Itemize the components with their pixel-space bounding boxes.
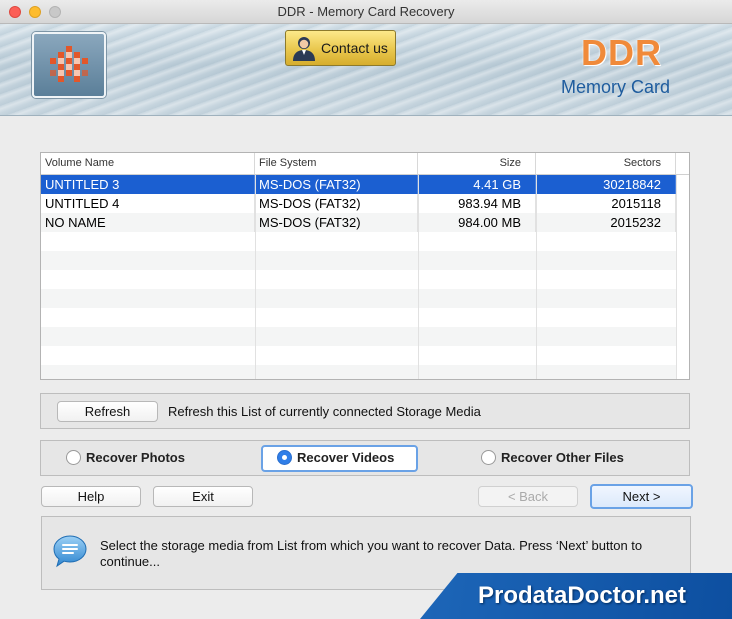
- column-divider: [255, 175, 256, 379]
- cell-file-system: MS-DOS (FAT32): [255, 194, 418, 213]
- cell-size: 984.00 MB: [418, 213, 536, 232]
- list-header: Volume Name File System Size Sectors: [41, 153, 689, 175]
- table-row[interactable]: UNTITLED 3 MS-DOS (FAT32) 4.41 GB 302188…: [41, 175, 676, 194]
- cell-volume-name: NO NAME: [41, 213, 255, 232]
- brand-title: DDR: [581, 32, 662, 73]
- column-header-sectors[interactable]: Sectors: [536, 153, 676, 174]
- column-header-file-system[interactable]: File System: [255, 153, 418, 174]
- empty-row: [41, 289, 676, 308]
- watermark-banner: ProdataDoctor.net: [420, 573, 732, 619]
- empty-row: [41, 232, 676, 251]
- empty-row: [41, 327, 676, 346]
- cell-file-system: MS-DOS (FAT32): [255, 175, 418, 194]
- info-message: Select the storage media from List from …: [100, 538, 643, 569]
- recover-photos-option[interactable]: Recover Photos: [66, 450, 185, 465]
- empty-row: [41, 270, 676, 289]
- recover-other-files-label: Recover Other Files: [501, 450, 624, 465]
- cell-size: 4.41 GB: [418, 175, 536, 194]
- exit-button[interactable]: Exit: [153, 486, 253, 507]
- recover-videos-label: Recover Videos: [297, 450, 395, 465]
- next-button[interactable]: Next >: [590, 484, 693, 509]
- storage-media-list[interactable]: Volume Name File System Size Sectors UNT…: [40, 152, 690, 380]
- back-button[interactable]: < Back: [478, 486, 578, 507]
- cell-sectors: 2015232: [536, 213, 676, 232]
- refresh-panel: Refresh Refresh this List of currently c…: [40, 393, 690, 429]
- cell-size: 983.94 MB: [418, 194, 536, 213]
- recover-other-files-option[interactable]: Recover Other Files: [481, 450, 624, 465]
- empty-row: [41, 251, 676, 270]
- recover-photos-label: Recover Photos: [86, 450, 185, 465]
- column-divider: [418, 175, 419, 379]
- column-divider: [676, 175, 677, 379]
- table-row[interactable]: UNTITLED 4 MS-DOS (FAT32) 983.94 MB 2015…: [41, 194, 676, 213]
- refresh-description: Refresh this List of currently connected…: [168, 404, 481, 419]
- cell-volume-name: UNTITLED 3: [41, 175, 255, 194]
- empty-row: [41, 346, 676, 365]
- contact-us-label: Contact us: [321, 40, 388, 56]
- column-header-size[interactable]: Size: [418, 153, 536, 174]
- recover-other-files-radio[interactable]: [481, 450, 496, 465]
- list-body: UNTITLED 3 MS-DOS (FAT32) 4.41 GB 302188…: [41, 175, 689, 379]
- cell-file-system: MS-DOS (FAT32): [255, 213, 418, 232]
- cell-sectors: 2015118: [536, 194, 676, 213]
- recover-videos-radio[interactable]: [277, 450, 292, 465]
- recover-videos-option[interactable]: Recover Videos: [277, 450, 394, 465]
- speech-bubble-icon: [53, 535, 87, 568]
- contact-us-button[interactable]: Contact us: [285, 30, 396, 66]
- app-banner: Contact us DDR Memory Card: [0, 24, 732, 116]
- table-row[interactable]: NO NAME MS-DOS (FAT32) 984.00 MB 2015232: [41, 213, 676, 232]
- contact-person-icon: [293, 37, 315, 61]
- help-button[interactable]: Help: [41, 486, 141, 507]
- column-divider: [536, 175, 537, 379]
- cell-sectors: 30218842: [536, 175, 676, 194]
- cell-volume-name: UNTITLED 4: [41, 194, 255, 213]
- refresh-button[interactable]: Refresh: [57, 401, 158, 422]
- watermark-text: ProdataDoctor.net: [477, 582, 686, 609]
- empty-row: [41, 308, 676, 327]
- brand-subtitle: Memory Card: [560, 77, 670, 97]
- empty-row: [41, 365, 676, 379]
- column-header-volume-name[interactable]: Volume Name: [41, 153, 255, 174]
- app-logo: [32, 32, 106, 98]
- recovery-mode-panel: Recover Photos Recover Videos Recover Ot…: [40, 440, 690, 476]
- recover-photos-radio[interactable]: [66, 450, 81, 465]
- logo-icon: [50, 46, 88, 82]
- window-title: DDR - Memory Card Recovery: [277, 4, 455, 19]
- title-bar: DDR - Memory Card Recovery: [0, 0, 732, 24]
